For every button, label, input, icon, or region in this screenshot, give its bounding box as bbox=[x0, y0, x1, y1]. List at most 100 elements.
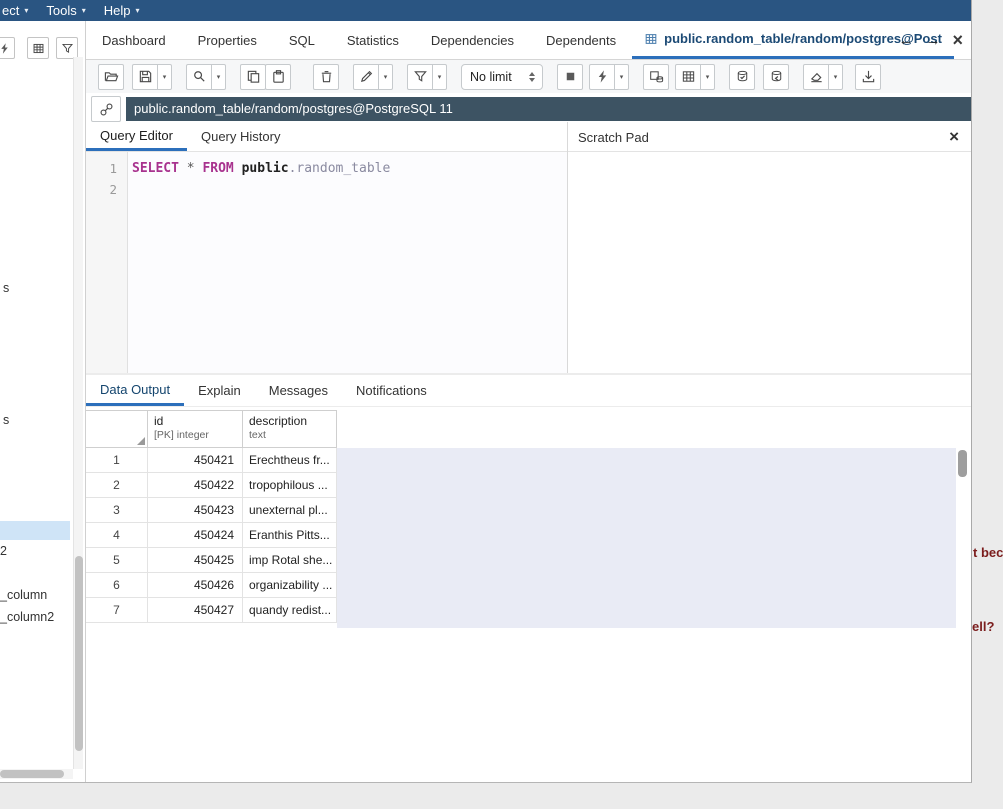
save-file-button[interactable] bbox=[132, 64, 158, 90]
tab-notifications[interactable]: Notifications bbox=[342, 375, 441, 406]
rollback-button[interactable] bbox=[763, 64, 789, 90]
menu-item-object[interactable]: ect ▾ bbox=[0, 0, 37, 21]
filter-menu-button[interactable]: ▾ bbox=[432, 64, 447, 90]
tab-explain[interactable]: Explain bbox=[184, 375, 255, 406]
description-cell[interactable]: Eranthis Pitts... bbox=[243, 523, 337, 548]
save-file-menu-button[interactable]: ▾ bbox=[157, 64, 172, 90]
limit-value: No limit bbox=[470, 70, 512, 84]
tab-query-editor[interactable]: Query Editor bbox=[86, 122, 187, 151]
tab-data-output[interactable]: Data Output bbox=[86, 375, 184, 406]
connection-status-button[interactable] bbox=[91, 96, 121, 122]
id-cell[interactable]: 450426 bbox=[148, 573, 243, 598]
column-name: id bbox=[154, 414, 236, 429]
description-cell[interactable]: organizability ... bbox=[243, 573, 337, 598]
execute-button[interactable] bbox=[589, 64, 615, 90]
explain-button[interactable] bbox=[675, 64, 701, 90]
delete-row-button[interactable] bbox=[313, 64, 339, 90]
menu-item-help[interactable]: Help ▾ bbox=[95, 0, 149, 21]
column-header-description[interactable]: description text bbox=[243, 411, 337, 448]
row-number-cell[interactable]: 2 bbox=[86, 473, 148, 498]
column-header-id[interactable]: id [PK] integer bbox=[148, 411, 243, 448]
tab-dashboard[interactable]: Dashboard bbox=[86, 21, 182, 59]
save-data-changes-button[interactable] bbox=[643, 64, 669, 90]
tab-dependencies[interactable]: Dependencies bbox=[415, 21, 530, 59]
tree-item-fragment[interactable]: s bbox=[3, 281, 9, 295]
tab-query-history[interactable]: Query History bbox=[187, 122, 294, 151]
clear-button[interactable] bbox=[803, 64, 829, 90]
query-tool-button[interactable] bbox=[0, 37, 15, 59]
tab-messages[interactable]: Messages bbox=[255, 375, 342, 406]
limit-select[interactable]: No limit bbox=[461, 64, 543, 90]
line-number: 1 bbox=[86, 158, 127, 179]
description-cell[interactable]: tropophilous ... bbox=[243, 473, 337, 498]
commit-button[interactable] bbox=[729, 64, 755, 90]
background-text-fragment: t bec bbox=[973, 545, 1003, 560]
id-cell[interactable]: 450422 bbox=[148, 473, 243, 498]
execute-menu-button[interactable]: ▾ bbox=[614, 64, 629, 90]
select-all-cell[interactable] bbox=[86, 411, 148, 448]
tab-properties[interactable]: Properties bbox=[182, 21, 273, 59]
row-number-cell[interactable]: 1 bbox=[86, 448, 148, 473]
tree-item-fragment[interactable]: s bbox=[3, 413, 9, 427]
find-menu-button[interactable]: ▾ bbox=[211, 64, 226, 90]
scratch-pad-close-button[interactable]: × bbox=[949, 122, 959, 152]
scratch-pad-area[interactable] bbox=[568, 152, 971, 373]
chevron-down-icon: ▾ bbox=[217, 73, 221, 81]
link-icon bbox=[99, 102, 114, 117]
row-number-cell[interactable]: 3 bbox=[86, 498, 148, 523]
explain-menu-button[interactable]: ▾ bbox=[700, 64, 715, 90]
menu-item-tools[interactable]: Tools ▾ bbox=[37, 0, 94, 21]
description-cell[interactable]: unexternal pl... bbox=[243, 498, 337, 523]
find-button[interactable] bbox=[186, 64, 212, 90]
filter-button[interactable] bbox=[407, 64, 433, 90]
grid-empty-area bbox=[337, 448, 956, 628]
filter-icon bbox=[61, 42, 74, 55]
sql-table: random_table bbox=[296, 161, 390, 176]
row-number-cell[interactable]: 4 bbox=[86, 523, 148, 548]
tab-statistics[interactable]: Statistics bbox=[331, 21, 415, 59]
open-file-button[interactable] bbox=[98, 64, 124, 90]
tree-item-fragment[interactable]: _column2 bbox=[0, 610, 54, 624]
menu-label: Tools bbox=[46, 3, 76, 18]
scrollbar-thumb[interactable] bbox=[75, 556, 83, 751]
view-data-button[interactable] bbox=[27, 37, 49, 59]
row-number-cell[interactable]: 6 bbox=[86, 573, 148, 598]
row-number-cell[interactable]: 7 bbox=[86, 598, 148, 623]
row-number-cell[interactable]: 5 bbox=[86, 548, 148, 573]
edit-button[interactable] bbox=[353, 64, 379, 90]
table-row: 7 450427 quandy redist... bbox=[86, 598, 337, 623]
tree-item-selected[interactable] bbox=[0, 521, 70, 540]
id-cell[interactable]: 450423 bbox=[148, 498, 243, 523]
panel-close-button[interactable]: × bbox=[952, 31, 963, 49]
id-cell[interactable]: 450421 bbox=[148, 448, 243, 473]
description-cell[interactable]: quandy redist... bbox=[243, 598, 337, 623]
sql-code[interactable]: SELECT * FROM public.random_table bbox=[132, 158, 563, 179]
paste-button[interactable] bbox=[265, 64, 291, 90]
tab-dependents[interactable]: Dependents bbox=[530, 21, 632, 59]
id-cell[interactable]: 450425 bbox=[148, 548, 243, 573]
tab-sql[interactable]: SQL bbox=[273, 21, 331, 59]
tree-item-fragment[interactable]: _column bbox=[0, 588, 47, 602]
sql-editor[interactable]: 1 2 SELECT * FROM public.random_table bbox=[86, 152, 567, 373]
filtered-rows-button[interactable] bbox=[56, 37, 78, 59]
description-cell[interactable]: imp Rotal she... bbox=[243, 548, 337, 573]
description-cell[interactable]: Erechtheus fr... bbox=[243, 448, 337, 473]
copy-button[interactable] bbox=[240, 64, 266, 90]
copy-icon bbox=[246, 69, 261, 84]
chevron-down-icon: ▾ bbox=[82, 6, 86, 15]
tree-vertical-scrollbar[interactable] bbox=[73, 57, 83, 769]
grid-body: 1 450421 Erechtheus fr... 2 450422 tropo… bbox=[86, 448, 337, 623]
tab-scroll-left-button[interactable]: ← bbox=[898, 32, 913, 49]
tree-horizontal-scrollbar[interactable] bbox=[0, 769, 73, 779]
download-csv-button[interactable] bbox=[855, 64, 881, 90]
tab-scroll-right-button[interactable]: → bbox=[925, 32, 940, 49]
clear-menu-button[interactable]: ▾ bbox=[828, 64, 843, 90]
id-cell[interactable]: 450427 bbox=[148, 598, 243, 623]
cancel-query-button[interactable] bbox=[557, 64, 583, 90]
edit-menu-button[interactable]: ▾ bbox=[378, 64, 393, 90]
tree-item-fragment[interactable]: 2 bbox=[0, 544, 7, 558]
sort-corner-icon bbox=[137, 437, 145, 445]
id-cell[interactable]: 450424 bbox=[148, 523, 243, 548]
grid-scrollbar-thumb[interactable] bbox=[958, 450, 967, 477]
scrollbar-thumb[interactable] bbox=[0, 770, 64, 778]
